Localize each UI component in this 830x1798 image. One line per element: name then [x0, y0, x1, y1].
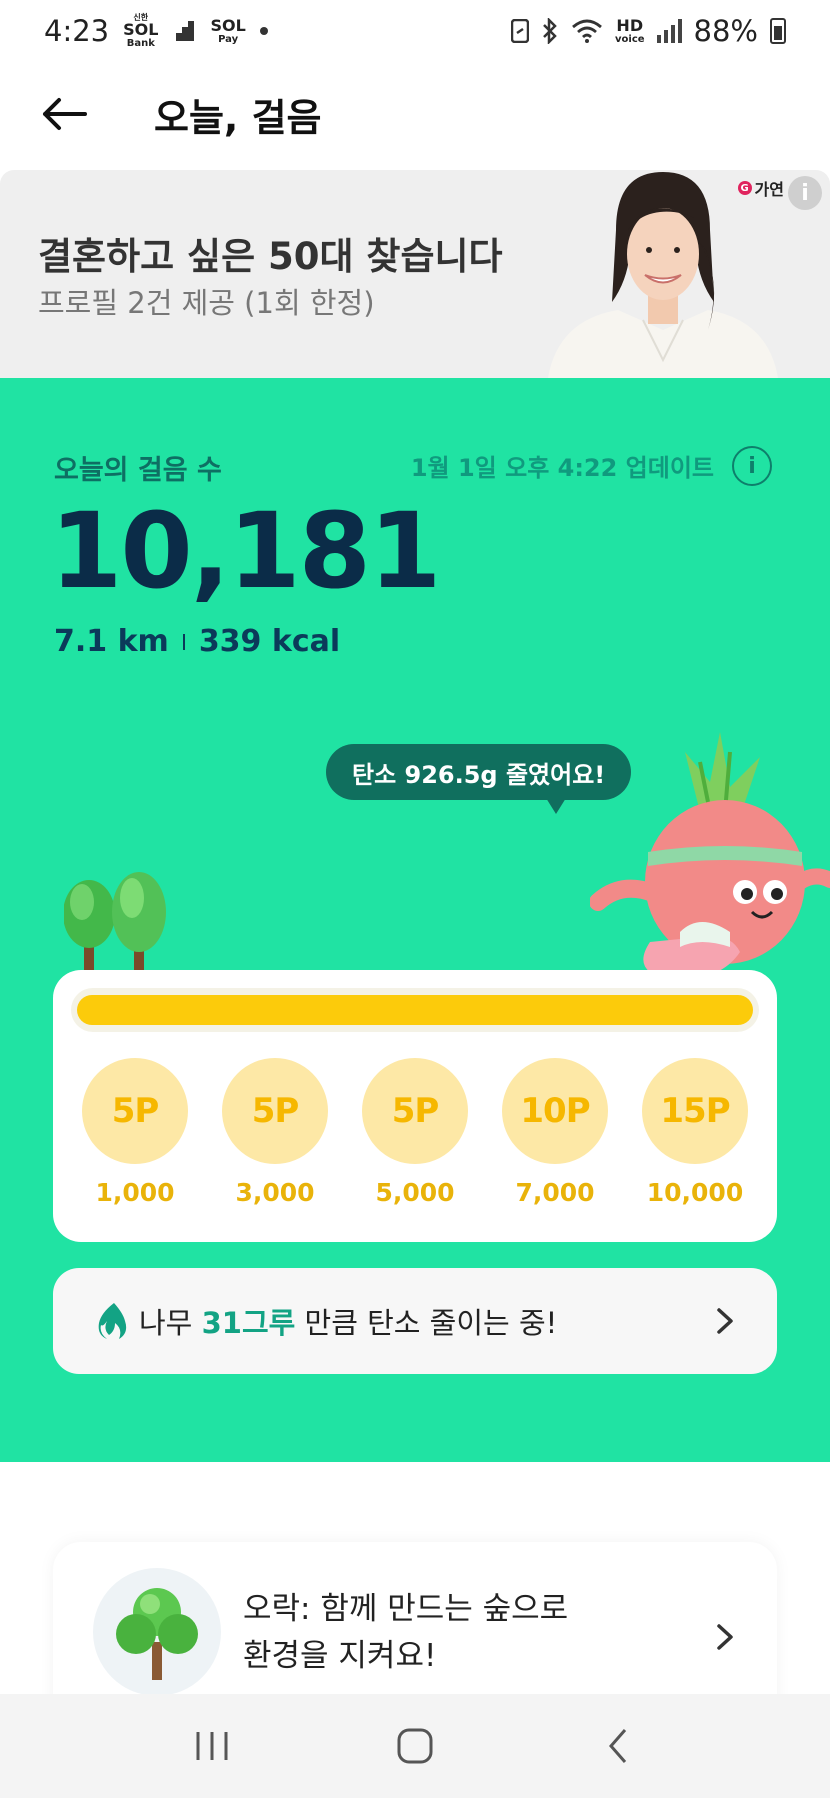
- tree-text-suffix: 만큼 탄소 줄이는 중!: [295, 1306, 558, 1340]
- orak-line-2: 환경을 지켜요!: [243, 1638, 437, 1674]
- progress-track: [71, 988, 759, 1032]
- point-coin: 5P: [362, 1058, 468, 1164]
- home-icon: [397, 1728, 433, 1764]
- bluetooth-icon: [543, 18, 557, 44]
- milestone-item[interactable]: 15P 10,000: [639, 1058, 751, 1207]
- tree-count: 31그루: [201, 1306, 296, 1340]
- point-coin: 5P: [82, 1058, 188, 1164]
- update-timestamp: 1월 1일 오후 4:22 업데이트: [410, 454, 714, 482]
- milestone-steps-label: 3,000: [235, 1178, 315, 1207]
- step-progress-card: 5P 1,000 5P 3,000 5P 5,000 10P 7,000 15P 10,000: [53, 970, 777, 1242]
- milestone-item[interactable]: 5P 1,000: [79, 1058, 191, 1207]
- brand-logo-icon: G: [737, 181, 752, 195]
- milestone-item[interactable]: 5P 3,000: [219, 1058, 331, 1207]
- trees-illustration-icon: [64, 872, 166, 982]
- sol-bank-icon: 신한 SOL Bank: [123, 13, 159, 49]
- battery-icon: [770, 18, 786, 44]
- ad-brand: G 가연: [737, 176, 784, 200]
- ad-banner[interactable]: 결혼하고 싶은 50대 찾습니다 프로필 2건 제공 (1회 한정) G 가연 …: [0, 170, 830, 378]
- back-arrow-icon: [43, 98, 87, 130]
- carbon-bubble: 탄소 926.5g 줄였어요!: [326, 744, 632, 814]
- wifi-icon: [572, 19, 602, 43]
- milestone-steps-label: 10,000: [646, 1178, 744, 1207]
- sol-pay-icon: SOL Pay: [210, 15, 246, 45]
- milestone-item[interactable]: 10P 7,000: [499, 1058, 611, 1207]
- milestone-steps-label: 1,000: [95, 1178, 175, 1207]
- step-metrics: 7.1 km 339 kcal: [54, 624, 340, 659]
- distance-value: 7.1 km: [54, 624, 169, 659]
- tree-icon: [116, 1588, 198, 1680]
- ad-title: 결혼하고 싶은 50대 찾습니다: [38, 235, 503, 278]
- milestone-item[interactable]: 5P 5,000: [359, 1058, 471, 1207]
- notification-dot-icon: [259, 27, 268, 35]
- ad-subtitle: 프로필 2건 제공 (1회 한정): [38, 286, 375, 320]
- status-bar: 4:23 신한 SOL Bank SOL Pay HD voice 88%: [0, 0, 830, 62]
- step-summary-section: 오늘의 걸음 수 1월 1일 오후 4:22 업데이트 i 10,181 7.1…: [0, 378, 830, 1462]
- progress-fill: [77, 995, 753, 1025]
- info-icon[interactable]: i: [732, 446, 772, 486]
- signal-icon: [656, 19, 682, 43]
- status-time: 4:23: [44, 14, 110, 48]
- point-coin: 5P: [222, 1058, 328, 1164]
- battery-percent: 88%: [693, 14, 758, 48]
- lock-screen-icon: [511, 19, 529, 43]
- chevron-right-icon: [717, 1308, 733, 1334]
- system-back-button[interactable]: [578, 1706, 658, 1786]
- sol-pay-sub: Pay: [218, 33, 239, 45]
- sol-bank-main: SOL: [123, 19, 159, 39]
- step-count: 10,181: [50, 490, 441, 612]
- ad-model-image: [548, 172, 778, 378]
- metric-divider: [182, 633, 185, 650]
- milestone-list: 5P 1,000 5P 3,000 5P 5,000 10P 7,000 15P 10,000: [79, 1058, 751, 1207]
- flame-icon: [98, 1303, 127, 1339]
- tree-summary-text: 나무 31그루 만큼 탄소 줄이는 중!: [139, 1300, 557, 1342]
- beet-mascot-icon: [590, 732, 830, 981]
- ad-info-icon[interactable]: i: [788, 176, 822, 210]
- tree-summary-card[interactable]: 나무 31그루 만큼 탄소 줄이는 중!: [53, 1268, 777, 1374]
- hd-voice-sub: voice: [615, 33, 645, 45]
- back-chevron-icon: [609, 1729, 627, 1763]
- hd-voice-icon: HD voice: [615, 15, 645, 45]
- recent-apps-icon: [196, 1732, 228, 1760]
- steps-label: 오늘의 걸음 수: [54, 455, 222, 486]
- hd-voice-label: HD: [616, 15, 644, 35]
- tree-text-prefix: 나무: [139, 1306, 202, 1340]
- chevron-right-icon: [717, 1624, 733, 1650]
- page-title: 오늘, 걸음: [154, 95, 322, 140]
- recent-apps-button[interactable]: [172, 1706, 252, 1786]
- point-coin: 10P: [502, 1058, 608, 1164]
- tree-icon-wrap: [93, 1568, 221, 1696]
- stair-icon: [174, 21, 195, 41]
- calories-value: 339 kcal: [198, 624, 341, 659]
- sol-bank-sub: Bank: [126, 37, 155, 49]
- back-button[interactable]: [36, 86, 92, 142]
- orak-line-1: 오락: 함께 만드는 숲으로: [243, 1591, 569, 1627]
- home-button[interactable]: [375, 1706, 455, 1786]
- milestone-steps-label: 7,000: [515, 1178, 595, 1207]
- point-coin: 15P: [642, 1058, 748, 1164]
- milestone-steps-label: 5,000: [375, 1178, 455, 1207]
- ad-brand-name: 가연: [754, 180, 784, 199]
- sol-pay-main: SOL: [210, 15, 246, 35]
- app-header: 오늘, 걸음: [0, 62, 830, 166]
- system-nav-bar: [0, 1694, 830, 1798]
- orak-card-text: 오락: 함께 만드는 숲으로 환경을 지켜요!: [243, 1586, 568, 1680]
